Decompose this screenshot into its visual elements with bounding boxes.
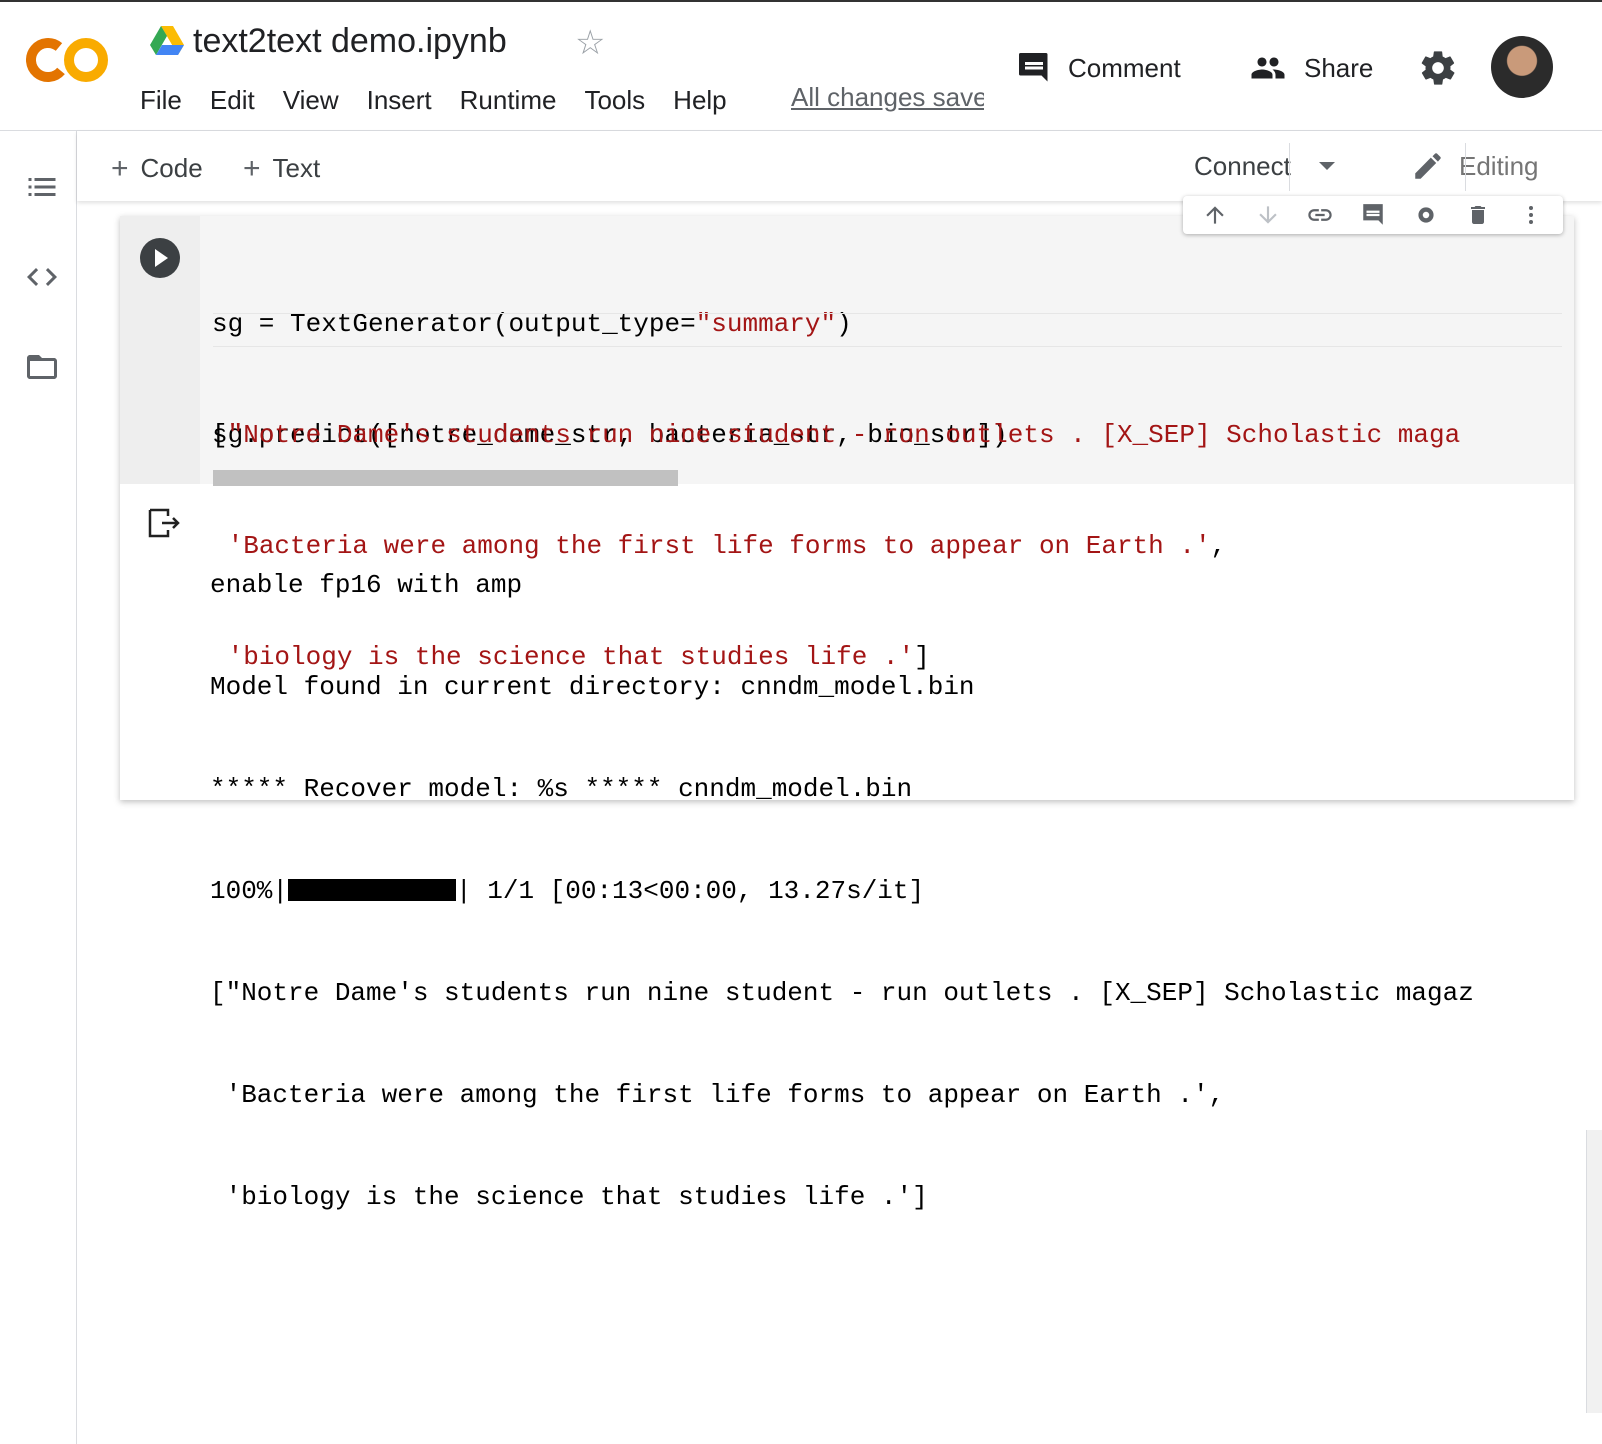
comment-icon[interactable] [1356, 198, 1390, 232]
add-text-button[interactable]: + Text [243, 151, 320, 185]
pencil-icon [1415, 153, 1441, 179]
cell-toolbar [1183, 196, 1563, 234]
chevron-down-icon[interactable] [1318, 162, 1335, 170]
notebook-title[interactable]: text2text demo.ipynb [193, 22, 507, 61]
menu-tools[interactable]: Tools [584, 85, 645, 116]
output-line: 'Bacteria were among the first life form… [210, 1080, 1225, 1110]
output-line: ***** Recover model: %s ***** cnndm_mode… [210, 774, 913, 804]
save-status-link[interactable]: All changes saved [791, 82, 984, 113]
share-button[interactable]: Share [1248, 46, 1373, 90]
link-icon[interactable] [1303, 198, 1337, 232]
gear-icon[interactable] [1418, 48, 1458, 88]
people-icon [1251, 57, 1285, 79]
menu-help[interactable]: Help [673, 85, 726, 116]
cell-settings-icon[interactable] [1409, 198, 1443, 232]
output-line: Model found in current directory: cnndm_… [210, 672, 975, 702]
plus-icon: + [243, 152, 261, 185]
result-line: ["Notre Dame's students run nine student… [212, 420, 1461, 450]
comment-icon [1019, 53, 1048, 82]
menu-file[interactable]: File [140, 85, 182, 116]
add-code-button[interactable]: + Code [111, 151, 203, 185]
output-clear-icon[interactable] [148, 508, 182, 538]
horizontal-scrollbar[interactable] [213, 470, 678, 486]
menu-insert[interactable]: Insert [367, 85, 432, 116]
colab-logo[interactable] [26, 32, 110, 93]
editing-label: Editing [1459, 150, 1539, 181]
menu-bar: File Edit View Insert Runtime Tools Help [140, 80, 755, 120]
share-label: Share [1304, 52, 1374, 83]
cell-output: enable fp16 with amp Model found in curr… [210, 500, 1574, 1248]
notebook-header: text2text demo.ipynb ☆ File Edit View In… [0, 2, 1602, 131]
menu-edit[interactable]: Edit [210, 85, 255, 116]
toolbar-divider [1465, 143, 1466, 191]
toolbar-divider [1289, 143, 1290, 191]
comment-label: Comment [1068, 52, 1181, 83]
output-line: enable fp16 with amp [210, 570, 523, 600]
notebook-toolbar: + Code + Text Connect Editing [77, 131, 1602, 201]
more-vert-icon[interactable] [1514, 198, 1548, 232]
output-line: ["Notre Dame's students run nine student… [210, 978, 1474, 1008]
code-snippets-icon[interactable] [24, 259, 60, 295]
connect-label: Connect [1194, 150, 1291, 181]
progress-bar [288, 879, 457, 901]
run-cell-button[interactable] [140, 238, 180, 278]
user-avatar[interactable] [1491, 36, 1553, 98]
delete-icon[interactable] [1461, 198, 1495, 232]
editor-divider [213, 313, 1562, 347]
menu-runtime[interactable]: Runtime [460, 85, 557, 116]
left-sidebar [0, 131, 77, 1444]
star-icon[interactable]: ☆ [575, 26, 605, 60]
google-drive-icon[interactable] [150, 26, 184, 61]
add-text-label: Text [272, 153, 321, 183]
progress-percent: 100% [210, 876, 273, 906]
progress-stats: | 1/1 [00:13<00:00, 13.27s/it] [456, 876, 925, 906]
connect-button[interactable]: Connect [1194, 145, 1335, 187]
output-line: 'biology is the science that studies lif… [210, 1182, 928, 1212]
menu-view[interactable]: View [283, 85, 339, 116]
add-code-label: Code [140, 153, 203, 183]
cell-gutter [120, 216, 200, 484]
comment-button[interactable]: Comment [1016, 46, 1181, 90]
editing-mode-button[interactable]: Editing [1411, 145, 1539, 187]
move-up-icon[interactable] [1198, 198, 1232, 232]
progress-line: 100%| | 1/1 [00:13<00:00, 13.27s/it] [210, 876, 925, 906]
table-of-contents-icon[interactable] [24, 169, 60, 205]
vertical-scrollbar[interactable] [1586, 1130, 1602, 1413]
plus-icon: + [111, 152, 129, 185]
move-down-icon[interactable] [1251, 198, 1285, 232]
files-folder-icon[interactable] [24, 349, 60, 385]
